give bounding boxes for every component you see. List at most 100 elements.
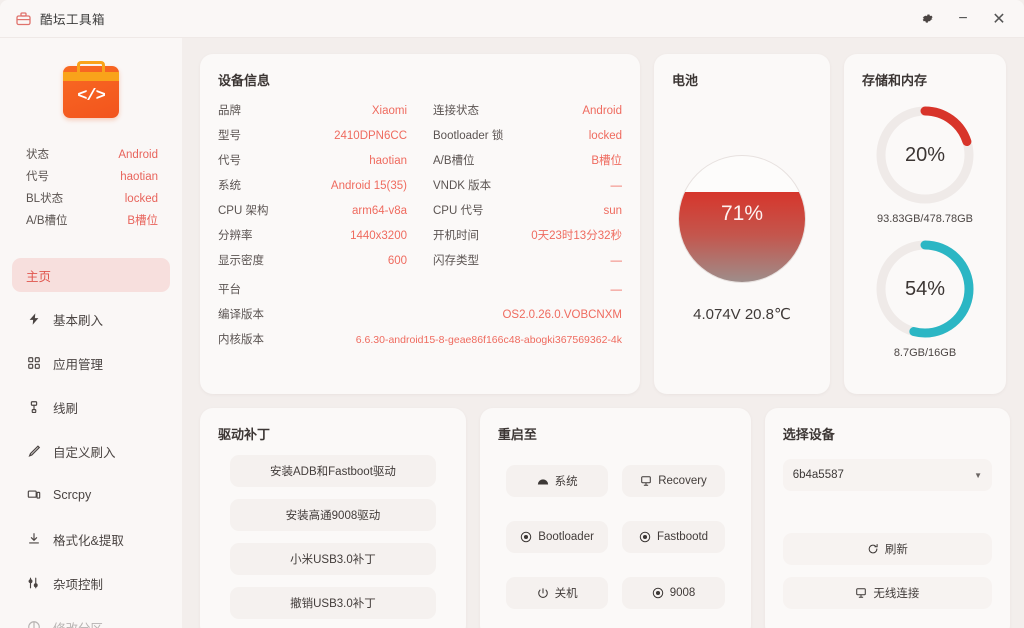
battery-meta: 4.074V 20.8℃ [693,305,791,323]
android-icon [537,477,549,486]
storage-percent: 20% [904,143,946,166]
battery-gauge: 71% [678,154,806,283]
target-icon [652,587,664,599]
xiaomi-usb3-patch-button[interactable]: 小米USB3.0补丁 [230,543,436,575]
sidebar-item-label: 自定义刷入 [53,445,116,460]
battery-body: 71% 4.074V 20.8℃ [672,99,812,378]
sidebar-item-format-extract[interactable]: 格式化&提取 [12,522,170,556]
device-info-value: Xiaomi [371,105,407,117]
sidebar-item-label: 应用管理 [53,357,104,372]
device-select-dropdown[interactable]: 6b4a5587 ▼ [782,459,992,491]
device-info-value: B槽位 [591,155,622,167]
close-button[interactable]: ✕ [984,6,1014,32]
battery-percent: 71% [720,201,764,225]
storage-meta: 93.83GB/478.78GB [876,213,973,225]
status-row: BL状态 locked [26,188,158,210]
sidebar-item-misc-control[interactable]: 杂项控制 [12,566,170,600]
device-info-value: — [610,255,623,267]
sidebar-item-label: 线刷 [53,401,79,416]
device-info-row: 型号 2410DPN6CC [218,124,407,149]
device-select-value: 6b4a5587 [792,469,844,481]
device-info-value: — [610,180,623,192]
refresh-devices-button[interactable]: 刷新 [782,533,992,565]
device-info-key: 内核版本 [218,334,264,346]
sidebar-item-label: 主页 [26,269,52,284]
reboot-system-label: 系统 [554,476,578,488]
driver-patch-card: 驱动补丁 安装ADB和Fastboot驱动 安装高通9008驱动 小米USB3.… [200,408,466,628]
install-qualcomm-9008-driver-button[interactable]: 安装高通9008驱动 [230,499,436,531]
device-info-row: 平台 — [218,278,622,303]
sidebar-nav: 主页 基本刷入 应用管理 线刷 自定义刷入 Scrcpy 格式化&提取 杂项控制 [0,258,182,628]
bottom-row: 驱动补丁 安装ADB和Fastboot驱动 安装高通9008驱动 小米USB3.… [200,408,1010,628]
top-row: 设备信息 品牌 Xiaomi 型号 2410DPN6CC 代号 haotian 系统 A… [200,54,1010,394]
reboot-recovery-button[interactable]: Recovery [622,465,725,497]
device-info-value: Android 15(35) [330,180,407,192]
device-info-key: Bootloader 锁 [433,130,504,142]
device-info-row: 分辨率 1440x3200 [218,224,407,249]
install-adb-fastboot-driver-button[interactable]: 安装ADB和Fastboot驱动 [230,455,436,487]
sliders-icon [26,575,42,591]
sidebar-item-custom-flash[interactable]: 自定义刷入 [12,434,170,468]
reboot-9008-label: 9008 [669,587,696,599]
status-row: A/B槽位 B槽位 [26,210,158,232]
sidebar-item-modify-partition[interactable]: 修改分区 [12,610,170,628]
revoke-usb3-patch-button[interactable]: 撤销USB3.0补丁 [230,587,436,619]
device-select-card: 选择设备 6b4a5587 ▼ 刷新 无线连接 [764,408,1010,628]
logo-glyph: </> [77,86,106,106]
wireless-label: 无线连接 [873,588,920,600]
storage-ring-block: 20% 93.83GB/478.78GB [873,103,977,225]
window-title: 酷坛工具箱 [40,13,106,27]
sidebar-item-home[interactable]: 主页 [12,258,170,292]
device-info-key: 平台 [218,284,241,296]
device-info-key: 系统 [218,180,241,192]
device-info-row: 品牌 Xiaomi [218,99,407,124]
reboot-bootloader-button[interactable]: Bootloader [505,521,609,553]
device-info-value: Android [582,105,622,117]
reboot-buttons: 系统 Recovery Bootloader Fastbootd 关机 9008 [498,465,733,621]
device-info-value: OS2.0.26.0.VOBCNXM [502,309,622,321]
memory-percent: 54% [904,277,946,300]
power-off-button[interactable]: 关机 [505,577,609,609]
device-info-key: CPU 架构 [218,205,269,217]
reboot-fastbootd-button[interactable]: Fastbootd [622,521,725,553]
device-info-value: 2410DPN6CC [334,130,407,142]
power-off-label: 关机 [554,588,578,600]
window-controls: − ✕ [912,6,1024,32]
status-row: 代号 haotian [26,166,158,188]
app-window: 酷坛工具箱 − ✕ </> 状态 Android 代号 haotian BL状态… [0,0,1024,628]
wireless-connect-button[interactable]: 无线连接 [782,577,992,609]
sidebar-item-scrcpy[interactable]: Scrcpy [12,478,170,512]
device-info-row: VNDK 版本 — [433,174,622,199]
memory-ring: 54% [873,237,977,341]
device-info-title: 设备信息 [218,73,271,88]
status-row: 状态 Android [26,144,158,166]
main-content: 设备信息 品牌 Xiaomi 型号 2410DPN6CC 代号 haotian 系统 A… [182,38,1024,628]
storage-title: 存储和内存 [862,73,928,88]
minimize-button[interactable]: − [948,6,978,32]
status-value: B槽位 [127,215,158,227]
reboot-recovery-label: Recovery [658,475,707,487]
reboot-card: 重启至 系统 Recovery Bootloader Fastbootd 关机 … [479,408,751,628]
flash-icon [26,311,42,327]
sidebar-item-basic-flash[interactable]: 基本刷入 [12,302,170,336]
reboot-system-button[interactable]: 系统 [505,465,609,497]
battery-card: 电池 71% 4.074V 20.8℃ [654,54,830,394]
sidebar-item-app-management[interactable]: 应用管理 [12,346,170,380]
sidebar-item-fastboot-flash[interactable]: 线刷 [12,390,170,424]
pen-icon [26,443,42,459]
device-info-key: 分辨率 [218,230,253,242]
status-key: 状态 [26,149,49,161]
device-info-row: 系统 Android 15(35) [218,174,407,199]
gear-icon[interactable] [912,6,942,32]
device-select-title: 选择设备 [782,427,835,442]
device-info-key: CPU 代号 [433,205,484,217]
toolbox-logo-icon: </> [63,66,119,118]
memory-ring-block: 54% 8.7GB/16GB [873,237,977,359]
device-info-grid: 品牌 Xiaomi 型号 2410DPN6CC 代号 haotian 系统 Androi… [218,99,622,274]
reboot-9008-button[interactable]: 9008 [622,577,725,609]
sidebar-item-label: 基本刷入 [53,313,104,328]
device-select-buttons: 刷新 无线连接 [782,533,992,609]
device-info-key: A/B槽位 [433,155,475,167]
power-icon [537,587,549,599]
device-info-key: 代号 [218,155,241,167]
